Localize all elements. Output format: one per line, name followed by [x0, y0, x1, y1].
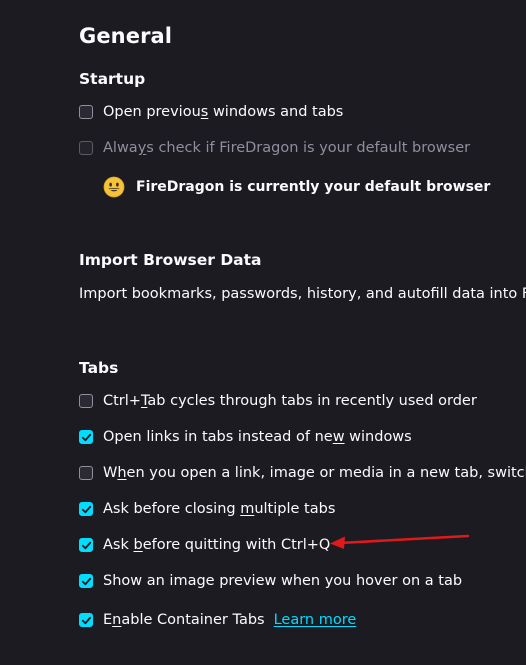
- learn-more-link[interactable]: Learn more: [274, 612, 357, 628]
- smile-emoji-icon: [103, 176, 125, 198]
- checkmark-icon: [81, 433, 91, 441]
- annotation-arrow-icon: [330, 534, 470, 549]
- image-preview-hover-checkbox-row[interactable]: Show an image preview when you hover on …: [79, 570, 462, 592]
- import-heading: Import Browser Data: [79, 251, 262, 269]
- ctrl-tab-cycles-checkbox[interactable]: [79, 394, 93, 408]
- open-links-in-tabs-checkbox-row[interactable]: Open links in tabs instead of new window…: [79, 426, 412, 448]
- default-browser-status: FireDragon is currently your default bro…: [103, 176, 490, 198]
- image-preview-hover-label[interactable]: Show an image preview when you hover on …: [103, 573, 462, 589]
- open-previous-windows-checkbox-row[interactable]: Open previous windows and tabs: [79, 101, 343, 123]
- open-previous-windows-checkbox[interactable]: [79, 105, 93, 119]
- always-check-default-label[interactable]: Always check if FireDragon is your defau…: [103, 140, 470, 156]
- always-check-default-checkbox-row[interactable]: Always check if FireDragon is your defau…: [79, 137, 470, 159]
- page-title: General: [79, 24, 173, 48]
- open-links-in-tabs-checkbox[interactable]: [79, 430, 93, 444]
- switch-to-new-tab-checkbox[interactable]: [79, 466, 93, 480]
- checkmark-icon: [81, 541, 91, 549]
- tabs-heading: Tabs: [79, 359, 119, 377]
- import-description: Import bookmarks, passwords, history, an…: [79, 286, 526, 302]
- open-previous-windows-label[interactable]: Open previous windows and tabs: [103, 104, 343, 120]
- ask-before-closing-checkbox-row[interactable]: Ask before closing multiple tabs: [79, 498, 335, 520]
- settings-page: General Startup Open previous windows an…: [0, 0, 526, 665]
- open-links-in-tabs-label[interactable]: Open links in tabs instead of new window…: [103, 429, 412, 445]
- ask-before-quitting-label[interactable]: Ask before quitting with Ctrl+Q: [103, 537, 330, 553]
- image-preview-hover-checkbox[interactable]: [79, 574, 93, 588]
- container-tabs-checkbox[interactable]: [79, 613, 93, 627]
- checkmark-icon: [81, 505, 91, 513]
- checkmark-icon: [81, 577, 91, 585]
- checkmark-icon: [81, 616, 91, 624]
- switch-to-new-tab-label[interactable]: When you open a link, image or media in …: [103, 465, 526, 481]
- default-browser-status-text: FireDragon is currently your default bro…: [136, 179, 491, 195]
- ctrl-tab-cycles-label[interactable]: Ctrl+Tab cycles through tabs in recently…: [103, 393, 477, 409]
- startup-heading: Startup: [79, 70, 146, 88]
- ask-before-closing-checkbox[interactable]: [79, 502, 93, 516]
- switch-to-new-tab-checkbox-row[interactable]: When you open a link, image or media in …: [79, 462, 526, 484]
- ask-before-quitting-checkbox-row[interactable]: Ask before quitting with Ctrl+Q: [79, 534, 330, 556]
- container-tabs-label[interactable]: Enable Container Tabs: [103, 612, 265, 628]
- container-tabs-checkbox-row[interactable]: Enable Container Tabs Learn more: [79, 609, 356, 631]
- ctrl-tab-cycles-checkbox-row[interactable]: Ctrl+Tab cycles through tabs in recently…: [79, 390, 477, 412]
- ask-before-quitting-checkbox[interactable]: [79, 538, 93, 552]
- ask-before-closing-label[interactable]: Ask before closing multiple tabs: [103, 501, 335, 517]
- always-check-default-checkbox[interactable]: [79, 141, 93, 155]
